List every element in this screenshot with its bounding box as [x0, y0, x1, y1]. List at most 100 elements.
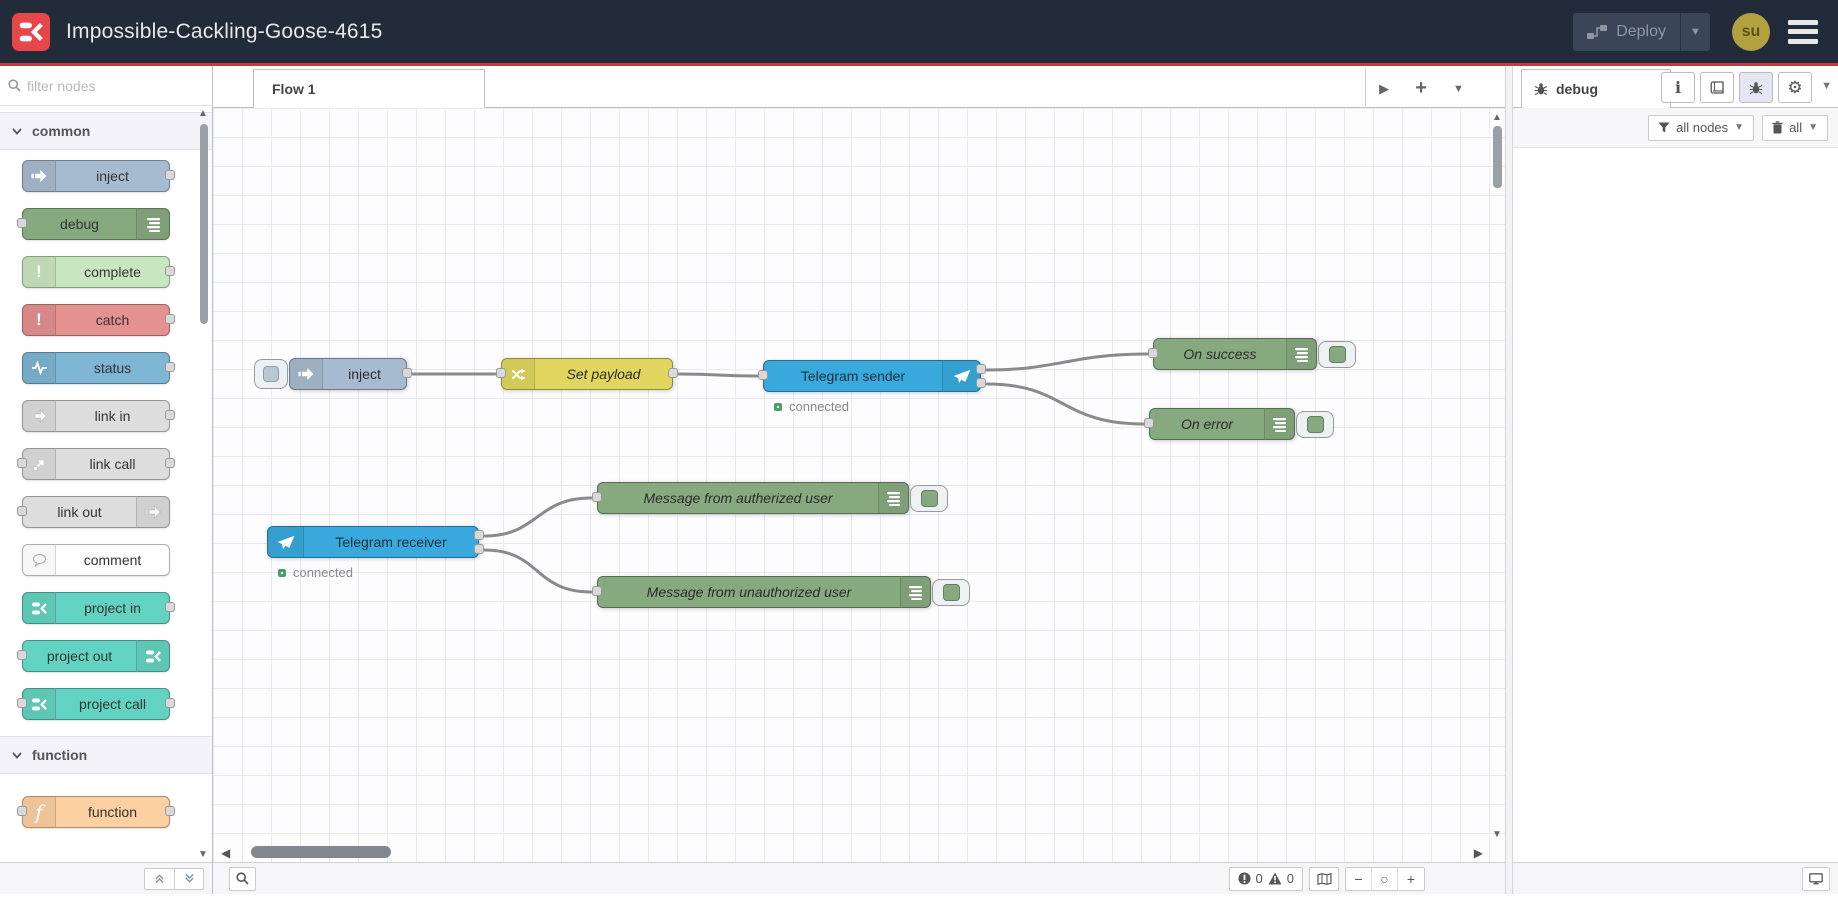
- info-tab-button[interactable]: i: [1661, 72, 1695, 103]
- input-port[interactable]: [758, 370, 768, 380]
- canvas-search-button[interactable]: [229, 866, 256, 891]
- zoom-in-button[interactable]: +: [1398, 868, 1424, 890]
- config-nodes-tab-button[interactable]: ⚙: [1778, 72, 1812, 103]
- palette-node-link-out[interactable]: link out: [17, 496, 170, 528]
- debug-enable-toggle[interactable]: [1296, 411, 1334, 438]
- debug-clear-button[interactable]: all ▼: [1762, 114, 1828, 141]
- main-menu-button[interactable]: [1788, 19, 1818, 44]
- output-port[interactable]: [668, 368, 678, 378]
- palette-node-list-function: f function: [0, 774, 212, 828]
- palette-node-catch[interactable]: ! catch: [22, 304, 175, 336]
- scroll-down-arrow[interactable]: ▼: [1492, 829, 1502, 840]
- vertical-scrollbar-thumb[interactable]: [1493, 126, 1502, 188]
- flow-list-caret[interactable]: ▼: [1453, 83, 1464, 95]
- output-port-1[interactable]: [976, 364, 986, 374]
- palette-node-project-call[interactable]: project call: [17, 688, 175, 720]
- sidebar-splitter[interactable]: [1505, 66, 1513, 894]
- palette-node-debug[interactable]: debug: [17, 208, 170, 240]
- flow-node-on-error[interactable]: On error: [1144, 408, 1334, 440]
- palette-node-inject[interactable]: inject: [22, 160, 175, 192]
- scroll-right-arrow[interactable]: ▶: [1474, 846, 1483, 860]
- expand-all-button[interactable]: [174, 867, 204, 890]
- collapse-all-button[interactable]: [144, 867, 174, 890]
- input-port[interactable]: [17, 650, 27, 660]
- wire[interactable]: [985, 352, 1149, 372]
- output-port[interactable]: [165, 602, 175, 612]
- wire[interactable]: [483, 548, 593, 594]
- output-port-1[interactable]: [474, 530, 484, 540]
- output-port[interactable]: [165, 266, 175, 276]
- sidebar-menu-caret[interactable]: ▼: [1821, 80, 1832, 92]
- flow-node-telegram-sender[interactable]: Telegram sender connected: [758, 360, 986, 414]
- deploy-button[interactable]: Deploy ▼: [1573, 12, 1710, 51]
- palette-scroll-area[interactable]: common inject debug ! complete ! catch s…: [0, 106, 212, 862]
- palette-node-project-out[interactable]: project out: [17, 640, 170, 672]
- input-port[interactable]: [17, 698, 27, 708]
- palette-node-function[interactable]: f function: [17, 796, 175, 828]
- output-port[interactable]: [165, 698, 175, 708]
- input-port[interactable]: [1148, 348, 1158, 358]
- category-function[interactable]: function: [0, 736, 212, 774]
- horizontal-scrollbar-thumb[interactable]: [251, 846, 391, 858]
- flow-node-inject[interactable]: inject: [254, 358, 412, 390]
- palette-node-comment[interactable]: comment: [22, 544, 170, 576]
- scroll-left-arrow[interactable]: ◀: [221, 846, 230, 860]
- flow-node-msg-authorized[interactable]: Message from autherized user: [592, 482, 948, 514]
- navigator-map-button[interactable]: [1309, 866, 1339, 891]
- output-port[interactable]: [165, 170, 175, 180]
- palette-node-link-in[interactable]: link in: [22, 400, 175, 432]
- input-port[interactable]: [17, 806, 27, 816]
- add-flow-button[interactable]: +: [1415, 77, 1427, 100]
- flow-canvas[interactable]: inject Set payload Telegram sender conne…: [213, 108, 1505, 862]
- category-common[interactable]: common: [0, 112, 212, 150]
- debug-enable-toggle[interactable]: [932, 579, 970, 606]
- flow-node-telegram-receiver[interactable]: Telegram receiver connected: [267, 526, 484, 580]
- debug-enable-toggle[interactable]: [910, 485, 948, 512]
- zoom-out-button[interactable]: −: [1346, 867, 1372, 890]
- palette-node-complete[interactable]: ! complete: [22, 256, 175, 288]
- tab-debug[interactable]: debug: [1521, 69, 1671, 108]
- palette-filter-input[interactable]: [27, 77, 177, 94]
- scroll-down-arrow[interactable]: ▼: [198, 849, 208, 860]
- input-port[interactable]: [17, 506, 27, 516]
- inject-trigger-button[interactable]: [254, 359, 288, 389]
- input-port[interactable]: [592, 586, 602, 596]
- palette-node-project-in[interactable]: project in: [22, 592, 175, 624]
- debug-enable-toggle[interactable]: [1318, 341, 1356, 368]
- zoom-reset-button[interactable]: ○: [1372, 867, 1398, 890]
- output-port-2[interactable]: [976, 378, 986, 388]
- debug-filter-button[interactable]: all nodes ▼: [1648, 114, 1755, 141]
- deploy-button-main[interactable]: Deploy: [1573, 23, 1680, 41]
- palette-scrollbar-thumb[interactable]: [200, 124, 208, 324]
- input-port[interactable]: [592, 492, 602, 502]
- user-avatar[interactable]: su: [1732, 12, 1770, 51]
- debug-tab-button[interactable]: [1739, 72, 1773, 103]
- input-port[interactable]: [17, 458, 27, 468]
- flow-node-msg-unauthorized[interactable]: Message from unauthorized user: [592, 576, 970, 608]
- deploy-options-caret[interactable]: ▼: [1680, 12, 1710, 51]
- input-port[interactable]: [1144, 418, 1154, 428]
- flow-node-set-payload[interactable]: Set payload: [496, 358, 678, 390]
- debug-message-list[interactable]: [1513, 148, 1838, 862]
- palette-node-link-call[interactable]: link call: [17, 448, 175, 480]
- scroll-up-arrow[interactable]: ▲: [198, 108, 208, 119]
- output-port[interactable]: [165, 458, 175, 468]
- wire[interactable]: [985, 382, 1145, 426]
- input-port[interactable]: [496, 368, 506, 378]
- flow-node-on-success[interactable]: On success: [1148, 338, 1356, 370]
- wire[interactable]: [483, 496, 593, 538]
- palette-node-status[interactable]: status: [22, 352, 175, 384]
- output-port-2[interactable]: [474, 544, 484, 554]
- open-debug-window-button[interactable]: [1802, 866, 1830, 891]
- wire[interactable]: [677, 372, 759, 378]
- output-port[interactable]: [402, 368, 412, 378]
- next-tab-icon[interactable]: ▶: [1379, 81, 1389, 97]
- scroll-up-arrow[interactable]: ▲: [1492, 112, 1502, 123]
- tab-flow-1[interactable]: Flow 1: [253, 69, 485, 108]
- output-port[interactable]: [165, 806, 175, 816]
- output-port[interactable]: [165, 314, 175, 324]
- help-tab-button[interactable]: [1700, 72, 1734, 103]
- output-port[interactable]: [165, 410, 175, 420]
- output-port[interactable]: [165, 362, 175, 372]
- input-port[interactable]: [17, 218, 27, 228]
